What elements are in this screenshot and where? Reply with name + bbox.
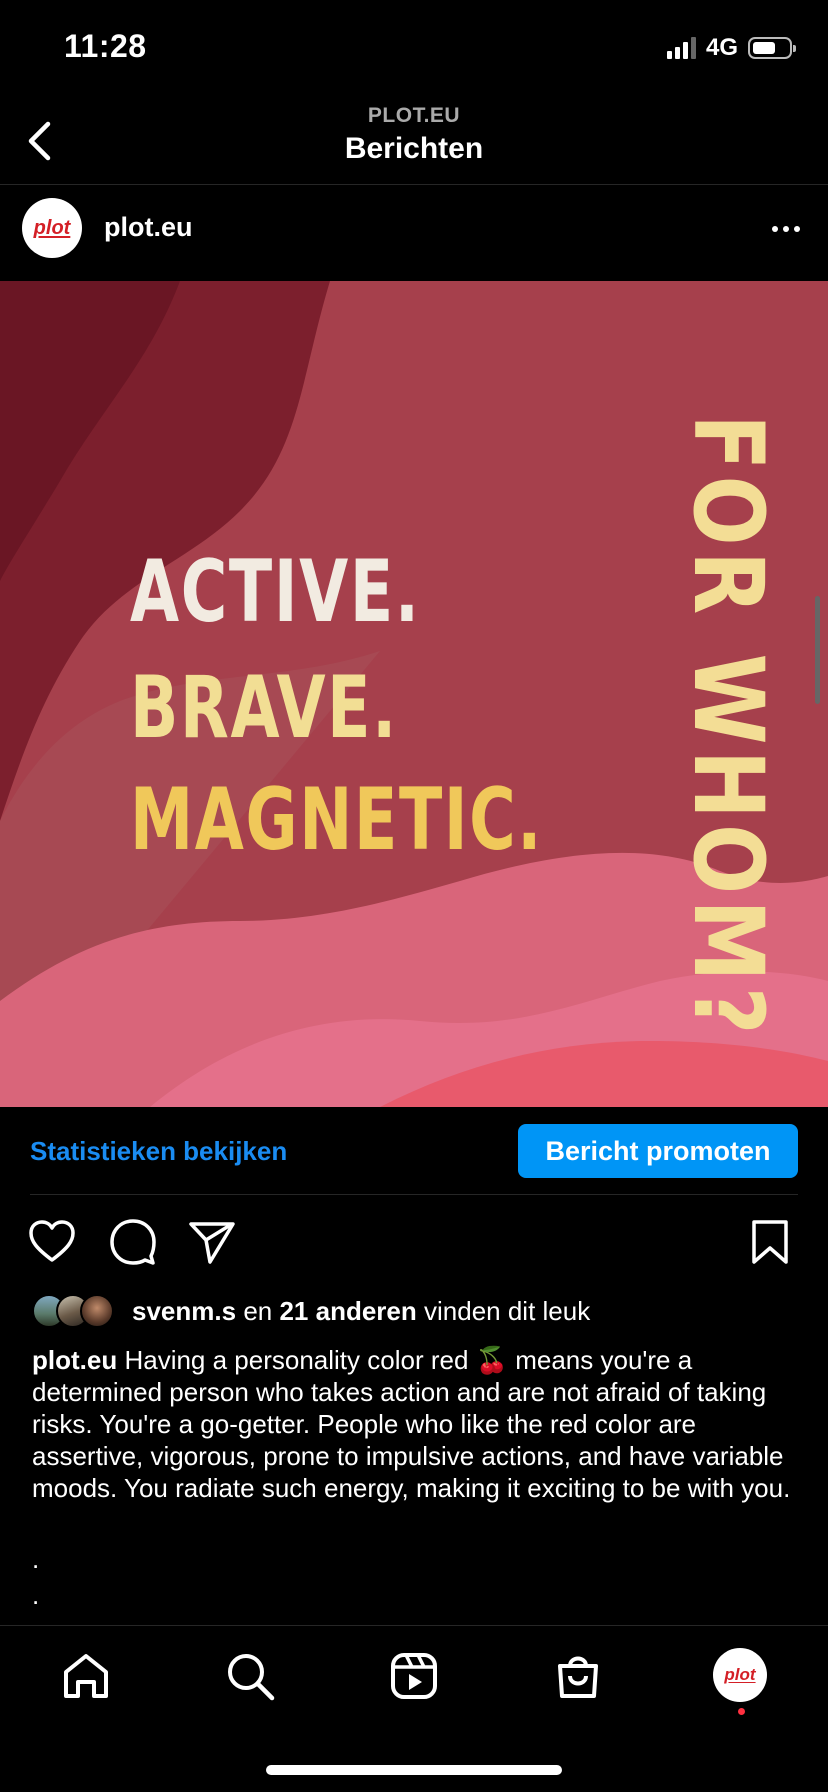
tab-search[interactable] [222,1648,278,1704]
battery-icon [748,37,796,59]
share-button[interactable] [186,1216,238,1268]
more-options-button[interactable] [766,214,806,244]
caption-username[interactable]: plot.eu [32,1345,117,1375]
likes-suffix: vinden dit leuk [424,1296,591,1326]
divider [0,1625,828,1626]
like-button[interactable] [26,1216,78,1268]
page-title: Berichten [344,132,484,165]
likes-connector: en [243,1296,273,1326]
home-indicator[interactable] [266,1765,562,1775]
save-button[interactable] [744,1216,796,1268]
more-horizontal-icon [772,226,778,232]
network-label: 4G [705,34,738,61]
vertical-text-container: FOR WHOM? [672,414,792,1040]
account-username[interactable]: plot.eu [104,212,193,243]
comment-button[interactable] [107,1216,159,1268]
plot-logo: plot [724,1665,756,1684]
avatar [80,1294,114,1328]
heart-icon [29,1220,75,1262]
vertical-headline: FOR WHOM? [672,414,784,1040]
post-caption: plot.eu Having a personality color red 🍒… [32,1344,798,1504]
post-image[interactable]: ACTIVE. BRAVE. MAGNETIC. FOR WHOM? [0,281,828,1107]
divider [30,1194,798,1195]
caption-extra-line: . [32,1580,40,1610]
headline-line-3: MAGNETIC. [130,770,544,870]
likes-summary[interactable]: svenm.s en 21 anderen vinden dit leuk [132,1296,590,1327]
caption-extra-line: . [32,1544,40,1574]
header-subtitle: PLOT.EU [367,104,461,127]
tab-home[interactable] [58,1648,114,1704]
liker-avatars[interactable] [32,1294,122,1330]
tab-profile[interactable]: plot [713,1648,767,1702]
account-avatar[interactable]: plot [22,198,82,258]
plot-logo: plot [33,216,71,239]
bookmark-icon [752,1220,788,1264]
caption-text: Having a personality color red 🍒 means y… [32,1345,791,1503]
send-icon [189,1222,235,1264]
signal-icon [666,37,696,59]
tab-reels[interactable] [386,1648,442,1704]
notification-dot [738,1708,745,1715]
view-insights-link[interactable]: Statistieken bekijken [30,1136,287,1167]
headline-line-2: BRAVE. [130,658,398,758]
status-time: 11:28 [64,28,147,64]
status-indicators: 4G [666,34,796,62]
home-icon [64,1654,108,1698]
likes-others[interactable]: 21 anderen [279,1296,416,1326]
scroll-indicator[interactable] [815,596,820,704]
divider [0,184,828,185]
shop-icon [558,1656,598,1698]
headline-line-1: ACTIVE. [130,542,421,642]
reels-icon [391,1653,437,1699]
search-icon [228,1654,275,1701]
comment-icon [110,1219,156,1265]
liker-username[interactable]: svenm.s [132,1296,236,1326]
promote-post-button[interactable]: Bericht promoten [518,1124,798,1178]
tab-shop[interactable] [550,1648,606,1704]
